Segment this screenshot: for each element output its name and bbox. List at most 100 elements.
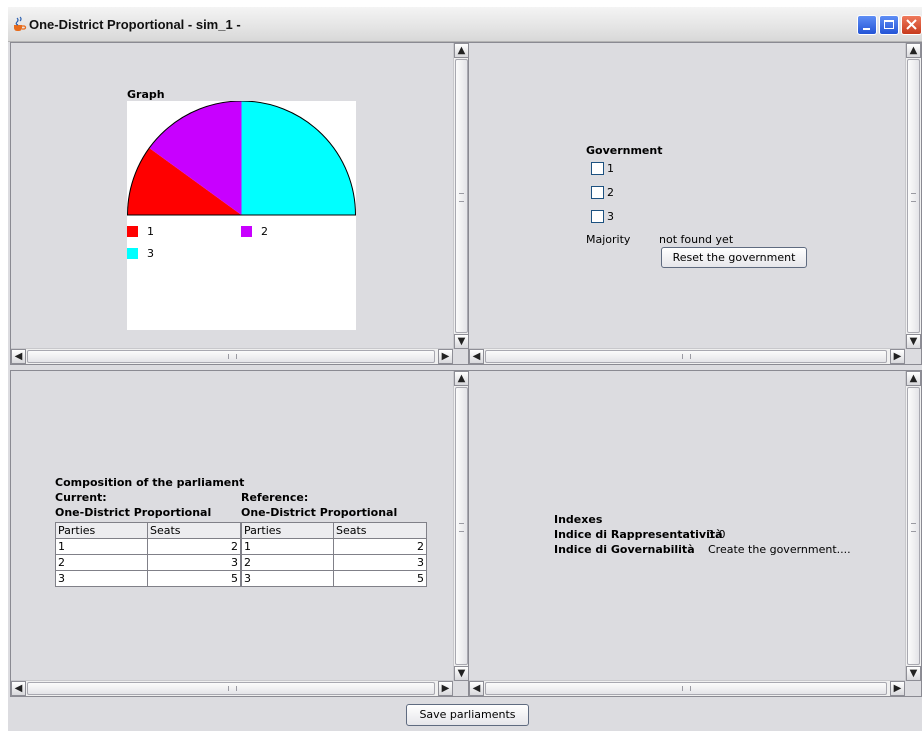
government-vertical-scrollbar[interactable]: ▲ ▼ — [905, 43, 921, 349]
scroll-thumb[interactable] — [455, 59, 468, 333]
save-parliaments-button[interactable]: Save parliaments — [406, 704, 529, 726]
table-row[interactable]: 2 3 — [55, 554, 241, 571]
table-row[interactable]: 1 2 — [241, 538, 427, 555]
table-row[interactable]: 3 5 — [55, 570, 241, 587]
column-header-parties: Parties — [241, 522, 334, 539]
party-cell[interactable]: 3 — [241, 570, 334, 587]
legend-swatch-2 — [241, 226, 252, 237]
government-panel: Government 1 2 3 Majority not found yet … — [468, 42, 922, 365]
graph-panel: Graph 1 2 3 ▲ ▼ ◀ ▶ — [10, 42, 470, 365]
composition-panel: Composition of the parliament Current: O… — [10, 370, 470, 697]
table-row[interactable]: 3 5 — [241, 570, 427, 587]
scroll-up-button[interactable]: ▲ — [906, 371, 921, 386]
scroll-thumb[interactable] — [485, 350, 887, 363]
government-checkbox-label-2: 2 — [607, 186, 614, 199]
scroll-up-button[interactable]: ▲ — [454, 371, 469, 386]
maximize-button[interactable] — [879, 15, 899, 35]
majority-value: not found yet — [659, 233, 734, 246]
seats-cell[interactable]: 5 — [147, 570, 241, 587]
scroll-thumb[interactable] — [27, 350, 435, 363]
graph-canvas: 1 2 3 — [127, 100, 356, 330]
indexes-panel: Indexes Indice di Rappresentatività 1.0 … — [468, 370, 922, 697]
reference-seats-table: Parties Seats 1 2 2 3 3 5 — [241, 522, 427, 587]
government-checkbox-1[interactable] — [591, 162, 604, 175]
table-header-row: Parties Seats — [55, 522, 241, 539]
governabilita-value: Create the government.... — [708, 543, 851, 556]
government-checkbox-3[interactable] — [591, 210, 604, 223]
reference-heading: Reference: — [241, 491, 309, 504]
current-system: One-District Proportional — [55, 506, 212, 519]
legend-swatch-1 — [127, 226, 138, 237]
majority-label: Majority — [586, 233, 631, 246]
seats-cell[interactable]: 5 — [333, 570, 427, 587]
scroll-right-button[interactable]: ▶ — [438, 681, 453, 696]
reset-government-button[interactable]: Reset the government — [661, 247, 807, 268]
composition-horizontal-scrollbar[interactable]: ◀ ▶ — [11, 680, 453, 696]
indexes-horizontal-scrollbar[interactable]: ◀ ▶ — [469, 680, 905, 696]
party-cell[interactable]: 2 — [241, 554, 334, 571]
graph-horizontal-scrollbar[interactable]: ◀ ▶ — [11, 348, 453, 364]
legend-label-3: 3 — [147, 247, 154, 260]
column-header-seats: Seats — [333, 522, 427, 539]
scroll-right-button[interactable]: ▶ — [890, 681, 905, 696]
minimize-icon — [863, 28, 870, 30]
seats-cell[interactable]: 3 — [333, 554, 427, 571]
current-seats-table: Parties Seats 1 2 2 3 3 5 — [55, 522, 241, 587]
seats-cell[interactable]: 2 — [333, 538, 427, 555]
reference-system: One-District Proportional — [241, 506, 398, 519]
scroll-right-button[interactable]: ▶ — [438, 349, 453, 364]
scroll-left-button[interactable]: ◀ — [469, 681, 484, 696]
legend-swatch-3 — [127, 248, 138, 259]
minimize-button[interactable] — [857, 15, 877, 35]
graph-title: Graph — [127, 88, 165, 101]
scroll-down-button[interactable]: ▼ — [454, 334, 469, 349]
government-horizontal-scrollbar[interactable]: ◀ ▶ — [469, 348, 905, 364]
close-button[interactable] — [901, 15, 922, 35]
column-header-seats: Seats — [147, 522, 241, 539]
party-cell[interactable]: 1 — [241, 538, 334, 555]
close-icon — [906, 19, 917, 30]
legend-label-1: 1 — [147, 225, 154, 238]
party-cell[interactable]: 1 — [55, 538, 148, 555]
government-checkbox-2[interactable] — [591, 186, 604, 199]
seats-cell[interactable]: 3 — [147, 554, 241, 571]
table-row[interactable]: 2 3 — [241, 554, 427, 571]
pie-slice-3 — [241, 101, 356, 215]
rappresentativita-label: Indice di Rappresentatività — [554, 528, 723, 541]
app-window: One-District Proportional - sim_1 - Grap… — [8, 7, 922, 731]
scroll-right-button[interactable]: ▶ — [890, 349, 905, 364]
scroll-left-button[interactable]: ◀ — [11, 681, 26, 696]
graph-vertical-scrollbar[interactable]: ▲ ▼ — [453, 43, 469, 349]
scroll-thumb[interactable] — [907, 387, 920, 665]
scroll-up-button[interactable]: ▲ — [454, 43, 469, 58]
composition-vertical-scrollbar[interactable]: ▲ ▼ — [453, 371, 469, 681]
window-title: One-District Proportional - sim_1 - — [29, 17, 241, 32]
scroll-thumb[interactable] — [455, 387, 468, 665]
scroll-thumb[interactable] — [907, 59, 920, 333]
column-header-parties: Parties — [55, 522, 148, 539]
scroll-left-button[interactable]: ◀ — [11, 349, 26, 364]
indexes-vertical-scrollbar[interactable]: ▲ ▼ — [905, 371, 921, 681]
maximize-icon — [884, 20, 894, 29]
java-cup-icon — [14, 16, 27, 31]
scroll-up-button[interactable]: ▲ — [906, 43, 921, 58]
scroll-down-button[interactable]: ▼ — [906, 334, 921, 349]
legend-label-2: 2 — [261, 225, 268, 238]
government-title: Government — [586, 144, 663, 157]
governabilita-label: Indice di Governabilità — [554, 543, 695, 556]
scroll-left-button[interactable]: ◀ — [469, 349, 484, 364]
scroll-down-button[interactable]: ▼ — [454, 666, 469, 681]
scroll-down-button[interactable]: ▼ — [906, 666, 921, 681]
table-header-row: Parties Seats — [241, 522, 427, 539]
scroll-thumb[interactable] — [27, 682, 435, 695]
indexes-title: Indexes — [554, 513, 603, 526]
scroll-thumb[interactable] — [485, 682, 887, 695]
current-heading: Current: — [55, 491, 107, 504]
table-row[interactable]: 1 2 — [55, 538, 241, 555]
government-checkbox-label-1: 1 — [607, 162, 614, 175]
rappresentativita-value: 1.0 — [708, 528, 726, 541]
party-cell[interactable]: 3 — [55, 570, 148, 587]
government-checkbox-label-3: 3 — [607, 210, 614, 223]
seats-cell[interactable]: 2 — [147, 538, 241, 555]
party-cell[interactable]: 2 — [55, 554, 148, 571]
